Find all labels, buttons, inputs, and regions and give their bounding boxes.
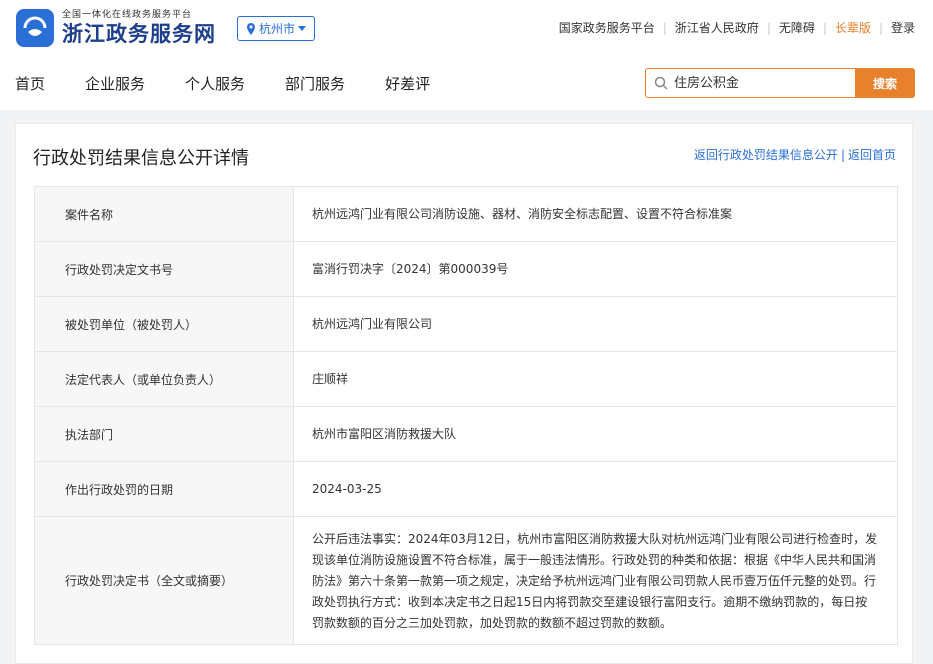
row-value: 2024-03-25 — [312, 481, 382, 496]
nav-home[interactable]: 首页 — [15, 73, 45, 94]
row-label: 执法部门 — [35, 407, 294, 461]
search-button[interactable]: 搜索 — [855, 68, 915, 98]
row-label: 案件名称 — [35, 187, 294, 241]
main-nav: 首页 企业服务 个人服务 部门服务 好差评 — [15, 73, 470, 94]
nav-enterprise-services[interactable]: 企业服务 — [85, 73, 145, 94]
city-selector[interactable]: 杭州市 — [237, 16, 315, 41]
table-row: 案件名称 杭州远鸿门业有限公司消防设施、器材、消防安全标志配置、设置不符合标准案 — [35, 187, 897, 242]
separator: | — [822, 20, 827, 35]
table-row: 执法部门 杭州市富阳区消防救援大队 — [35, 407, 897, 462]
row-label: 作出行政处罚的日期 — [35, 462, 294, 516]
separator: | — [766, 20, 771, 35]
top-header: 全国一体化在线政务服务平台 浙江政务服务网 杭州市 国家政务服务平台 | 浙江省… — [0, 0, 933, 110]
card-links: 返回行政处罚结果信息公开 | 返回首页 — [694, 146, 896, 163]
link-elder-mode[interactable]: 长辈版 — [835, 19, 871, 36]
link-login[interactable]: 登录 — [891, 19, 915, 36]
detail-table: 案件名称 杭州远鸿门业有限公司消防设施、器材、消防安全标志配置、设置不符合标准案… — [34, 186, 898, 645]
row-label: 行政处罚决定书（全文或摘要） — [35, 517, 294, 644]
search-bar: 搜索 — [645, 68, 915, 98]
table-row: 被处罚单位（被处罚人） 杭州远鸿门业有限公司 — [35, 297, 897, 352]
site-logo[interactable]: 全国一体化在线政务服务平台 浙江政务服务网 — [16, 9, 216, 47]
table-row: 作出行政处罚的日期 2024-03-25 — [35, 462, 897, 517]
row-label: 行政处罚决定文书号 — [35, 242, 294, 296]
nav-feedback[interactable]: 好差评 — [385, 73, 430, 94]
detail-card: 行政处罚结果信息公开详情 返回行政处罚结果信息公开 | 返回首页 案件名称 杭州远鸿… — [15, 123, 913, 664]
link-accessibility[interactable]: 无障碍 — [779, 19, 815, 36]
link-national-platform[interactable]: 国家政务服务平台 — [559, 19, 655, 36]
back-to-home-link[interactable]: 返回首页 — [848, 148, 896, 162]
row-label: 被处罚单位（被处罚人） — [35, 297, 294, 351]
nav-personal-services[interactable]: 个人服务 — [185, 73, 245, 94]
search-box — [645, 68, 855, 98]
row-value: 杭州远鸿门业有限公司 — [312, 316, 433, 331]
table-row: 行政处罚决定文书号 富消行罚决字〔2024〕第000039号 — [35, 242, 897, 297]
caret-down-icon — [298, 25, 306, 31]
nav-department-services[interactable]: 部门服务 — [285, 73, 345, 94]
page-title: 行政处罚结果信息公开详情 — [33, 148, 249, 169]
separator: | — [878, 20, 883, 35]
row-value: 杭州远鸿门业有限公司消防设施、器材、消防安全标志配置、设置不符合标准案 — [312, 206, 733, 221]
table-row: 法定代表人（或单位负责人） 庄顺祥 — [35, 352, 897, 407]
location-pin-icon — [246, 22, 255, 35]
row-value: 富消行罚决字〔2024〕第000039号 — [312, 261, 509, 276]
row-label: 法定代表人（或单位负责人） — [35, 352, 294, 406]
separator: | — [662, 20, 667, 35]
zhejiang-logo-icon — [16, 9, 54, 47]
row-value: 杭州市富阳区消防救援大队 — [312, 426, 457, 441]
search-input[interactable] — [674, 75, 834, 91]
city-label: 杭州市 — [258, 22, 295, 36]
logo-title: 浙江政务服务网 — [62, 21, 216, 46]
row-value: 公开后违法事实：2024年03月12日，杭州市富阳区消防救援大队对杭州远鸿门业有… — [312, 532, 878, 630]
link-provincial-government[interactable]: 浙江省人民政府 — [675, 19, 759, 36]
search-icon — [654, 76, 668, 90]
back-to-list-link[interactable]: 返回行政处罚结果信息公开 — [694, 148, 838, 162]
separator: | — [840, 148, 845, 162]
row-value: 庄顺祥 — [312, 371, 349, 386]
table-row: 行政处罚决定书（全文或摘要） 公开后违法事实：2024年03月12日，杭州市富阳… — [35, 517, 897, 644]
logo-subtitle: 全国一体化在线政务服务平台 — [62, 10, 193, 20]
top-links: 国家政务服务平台 | 浙江省人民政府 | 无障碍 | 长辈版 | 登录 — [559, 19, 915, 36]
